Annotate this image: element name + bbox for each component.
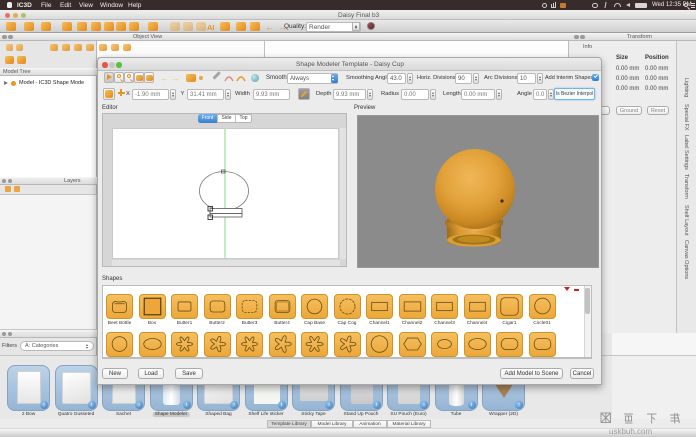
svg-text:uskbuh.com: uskbuh.com xyxy=(609,427,652,436)
